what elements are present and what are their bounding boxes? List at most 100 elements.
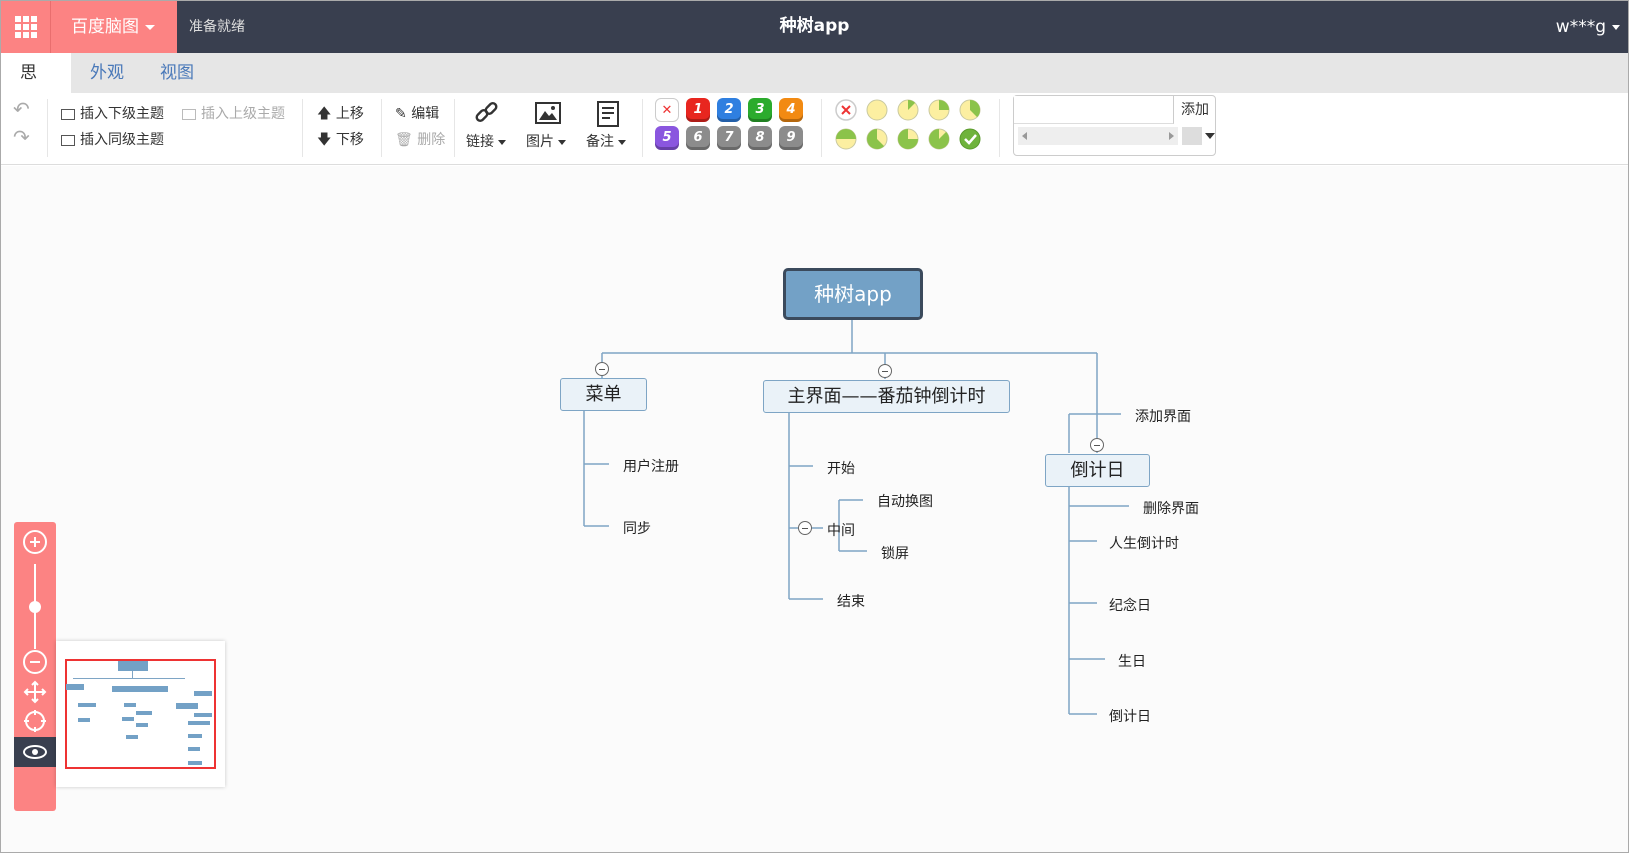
tab-bar: 思路 外观 视图	[1, 53, 1628, 123]
user-menu[interactable]: w***g	[1556, 1, 1620, 53]
close-icon: ✕	[661, 103, 673, 118]
priority-9[interactable]: 9	[779, 126, 803, 150]
image-dropdown[interactable]: 图片	[526, 131, 566, 151]
resource-list-button[interactable]	[1182, 127, 1202, 145]
progress-done-icon[interactable]	[959, 128, 981, 150]
move-down-button[interactable]: 🡇 下移	[317, 129, 364, 153]
leaf-node[interactable]: 锁屏	[881, 543, 909, 563]
leaf-node[interactable]: 自动换图	[877, 491, 933, 511]
minimap-node	[112, 686, 168, 692]
minimap[interactable]	[56, 641, 225, 787]
insert-sibling-button[interactable]: 插入同级主题	[61, 129, 164, 149]
priority-8[interactable]: 8	[748, 126, 772, 150]
chevron-down-icon	[498, 139, 506, 145]
resource-scrollbar[interactable]	[1018, 127, 1178, 145]
insert-parent-button[interactable]: 插入上级主题	[182, 103, 285, 123]
note-dropdown[interactable]: 备注	[586, 131, 626, 151]
toggle-minimap-button[interactable]	[14, 737, 56, 767]
progress-0-icon[interactable]	[866, 99, 888, 121]
leaf-node[interactable]: 结束	[837, 591, 865, 611]
leaf-node[interactable]: 添加界面	[1135, 406, 1191, 426]
chevron-down-icon	[558, 139, 566, 145]
leaf-node[interactable]: 生日	[1118, 651, 1146, 671]
link-dropdown[interactable]: 链接	[466, 131, 506, 151]
mindmap-canvas[interactable]: 种树app 菜单 主界面——番茄钟倒计时 倒计日 用户注册 同步 开始 中间 自…	[1, 166, 1628, 852]
progress-1-icon[interactable]	[897, 99, 919, 121]
branch-node-main[interactable]: 主界面——番茄钟倒计时	[763, 380, 1010, 413]
minimap-node	[136, 723, 148, 727]
minimap-node	[194, 713, 212, 717]
resource-input[interactable]	[1014, 96, 1174, 124]
leaf-node[interactable]: 用户注册	[623, 456, 679, 476]
branch-node-menu[interactable]: 菜单	[560, 378, 647, 411]
tab-idea[interactable]: 思路	[1, 53, 71, 123]
leaf-node[interactable]: 同步	[623, 518, 651, 538]
arrow-up-icon: 🡅	[317, 106, 332, 122]
delete-button[interactable]: 🗑 删除	[395, 129, 445, 149]
zoom-slider-handle[interactable]	[29, 601, 41, 613]
zoom-in-icon[interactable]	[23, 530, 47, 554]
leaf-node[interactable]: 纪念日	[1109, 595, 1151, 615]
insert-child-button[interactable]: 插入下级主题	[61, 103, 164, 123]
priority-7[interactable]: 7	[717, 126, 741, 150]
toolbar: ↶ ↷ 插入下级主题 插入上级主题 插入同级主题 🡅 上移 🡇 下移 ✎ 编辑 …	[1, 93, 1628, 165]
minimap-node	[188, 747, 200, 751]
edit-label: 编辑	[411, 106, 440, 122]
undo-icon[interactable]: ↶	[13, 97, 30, 121]
insert-sibling-icon	[61, 134, 75, 146]
edit-button[interactable]: ✎ 编辑	[395, 103, 439, 123]
collapse-icon[interactable]	[878, 364, 892, 378]
leaf-node[interactable]: 倒计日	[1109, 706, 1151, 726]
priority-6[interactable]: 6	[686, 126, 710, 150]
priority-3[interactable]: 3	[748, 98, 772, 122]
chevron-down-icon	[1612, 24, 1620, 30]
leaf-node[interactable]: 删除界面	[1143, 498, 1199, 518]
remove-priority-button[interactable]: ✕	[655, 98, 679, 122]
progress-3-icon[interactable]	[959, 99, 981, 121]
arrow-down-icon: 🡇	[317, 132, 332, 148]
root-node[interactable]: 种树app	[783, 268, 923, 320]
divider	[47, 99, 48, 157]
priority-1[interactable]: 1	[686, 98, 710, 122]
move-icon[interactable]	[23, 680, 47, 704]
locate-center-icon[interactable]	[23, 709, 47, 733]
brand-label: 百度脑图	[71, 17, 139, 37]
collapse-icon[interactable]	[595, 362, 609, 376]
tab-view[interactable]: 视图	[141, 53, 213, 93]
minimap-node	[118, 661, 148, 671]
tab-appearance[interactable]: 外观	[71, 53, 143, 93]
save-status: 准备就绪	[189, 19, 245, 35]
resource-add-button[interactable]: 添加	[1174, 96, 1216, 124]
zoom-out-icon[interactable]	[23, 650, 47, 674]
resource-editor: 添加	[1013, 95, 1216, 156]
priority-4[interactable]: 4	[779, 98, 803, 122]
priority-5[interactable]: 5	[655, 126, 679, 150]
move-up-button[interactable]: 🡅 上移	[317, 103, 364, 127]
minimap-node	[136, 711, 152, 715]
remove-progress-icon[interactable]	[835, 99, 857, 121]
progress-4-icon[interactable]	[835, 128, 857, 150]
redo-icon[interactable]: ↷	[13, 125, 30, 149]
insert-parent-label: 插入上级主题	[201, 106, 285, 122]
minimap-node	[122, 717, 134, 721]
divider	[454, 99, 455, 157]
progress-7-icon[interactable]	[928, 128, 950, 150]
minimap-node	[188, 761, 202, 765]
eye-icon	[23, 745, 47, 759]
progress-5-icon[interactable]	[866, 128, 888, 150]
leaf-node[interactable]: 人生倒计时	[1109, 533, 1179, 553]
collapse-icon[interactable]	[798, 521, 812, 535]
document-title[interactable]: 种树app	[780, 16, 850, 36]
chevron-down-icon[interactable]	[1205, 133, 1215, 139]
progress-2-icon[interactable]	[928, 99, 950, 121]
leaf-node[interactable]: 开始	[827, 458, 855, 478]
collapse-icon[interactable]	[1090, 438, 1104, 452]
apps-menu-button[interactable]	[1, 1, 51, 53]
image-icon	[535, 102, 561, 124]
leaf-node[interactable]: 中间	[827, 520, 855, 540]
branch-node-countdown[interactable]: 倒计日	[1045, 454, 1150, 487]
brand-menu[interactable]: 百度脑图	[51, 1, 177, 53]
zoom-panel	[14, 522, 56, 811]
priority-2[interactable]: 2	[717, 98, 741, 122]
progress-6-icon[interactable]	[897, 128, 919, 150]
